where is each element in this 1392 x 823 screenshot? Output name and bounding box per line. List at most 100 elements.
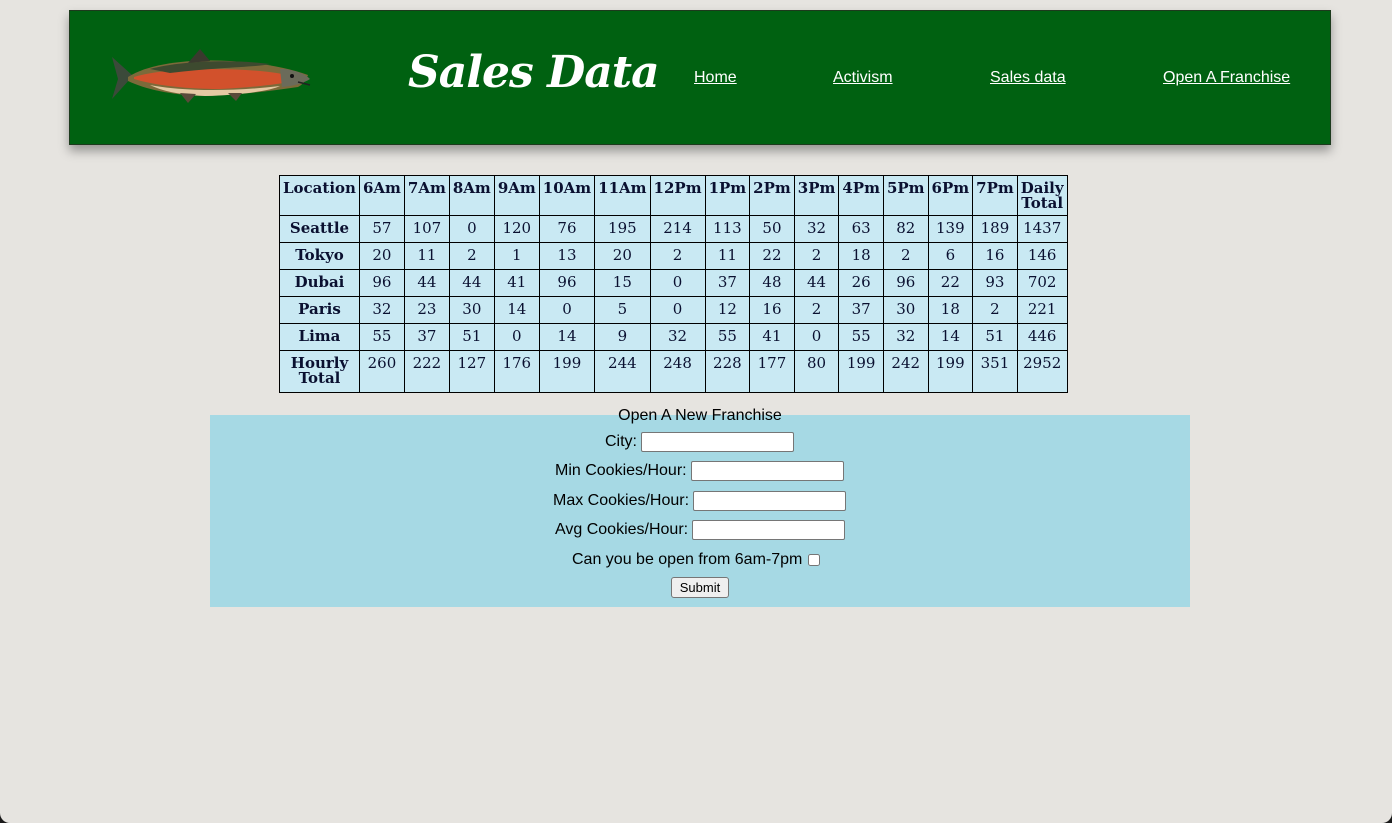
column-header: 4Pm — [838, 175, 884, 216]
table-row: Dubai 96 44 44 41 96 15 0 37 48 44 26 96 22 93 702 — [279, 269, 1068, 297]
max-cookies-label: Max Cookies/Hour: — [553, 492, 690, 510]
table-cell: 22 — [927, 269, 974, 297]
table-cell: 55 — [704, 323, 751, 351]
avg-cookies-label: Avg Cookies/Hour: — [555, 521, 689, 539]
table-cell: 96 — [538, 269, 596, 297]
nav-link-sales-data[interactable]: Sales data — [990, 69, 1066, 87]
table-cell: 37 — [704, 269, 751, 297]
city-label: City: — [605, 433, 637, 451]
max-cookies-input[interactable] — [693, 491, 847, 511]
table-cell: 32 — [649, 323, 706, 351]
table-row: Lima 55 37 51 0 14 9 32 55 41 0 55 32 14 51 446 — [279, 323, 1068, 351]
table-cell: 127 — [448, 350, 495, 393]
table-cell: 18 — [927, 296, 974, 324]
table-cell: 55 — [838, 323, 884, 351]
avg-cookies-input[interactable] — [692, 520, 846, 540]
column-header: 3Pm — [793, 175, 840, 216]
min-field-row: Min Cookies/Hour: — [555, 461, 844, 481]
table-cell: 96 — [882, 269, 929, 297]
table-cell: 199 — [927, 350, 974, 393]
table-cell: 37 — [403, 323, 450, 351]
city-field-row: City: — [605, 432, 794, 452]
table-cell: 6 — [927, 242, 974, 270]
table-cell: 11 — [704, 242, 751, 270]
table-cell: 214 — [649, 215, 706, 243]
table-cell: 57 — [358, 215, 405, 243]
table-cell: 1437 — [1016, 215, 1068, 243]
min-cookies-input[interactable] — [690, 461, 844, 481]
row-location-label: Lima — [279, 323, 360, 351]
table-cell: 242 — [882, 350, 929, 393]
column-header: 1Pm — [704, 175, 751, 216]
table-cell: 16 — [972, 242, 1018, 270]
table-cell: 13 — [538, 242, 596, 270]
nav-link-open-franchise[interactable]: Open A Franchise — [1163, 69, 1290, 87]
table-cell: 9 — [594, 323, 651, 351]
table-cell: 0 — [793, 323, 840, 351]
column-header: 7Pm — [972, 175, 1018, 216]
table-cell: 5 — [594, 296, 651, 324]
table-cell: 248 — [649, 350, 706, 393]
table-cell: 30 — [448, 296, 495, 324]
table-cell: 32 — [882, 323, 929, 351]
table-cell: 702 — [1016, 269, 1068, 297]
table-cell: 32 — [358, 296, 405, 324]
submit-button[interactable]: Submit — [671, 577, 729, 598]
table-cell: 14 — [927, 323, 974, 351]
table-cell: 177 — [749, 350, 795, 393]
table-cell: 1 — [493, 242, 540, 270]
table-cell: 15 — [594, 269, 651, 297]
table-cell: 96 — [358, 269, 405, 297]
column-header: 12Pm — [649, 175, 706, 216]
table-row: Paris 32 23 30 14 0 5 0 12 16 2 37 30 18 2 221 — [279, 296, 1068, 324]
open-hours-checkbox[interactable] — [808, 553, 821, 566]
table-cell: 44 — [448, 269, 495, 297]
column-header: Daily Total — [1016, 175, 1068, 216]
table-cell: 2 — [882, 242, 929, 270]
open-hours-row: Can you be open from 6am-7pm — [572, 551, 821, 569]
page-title: Sales Data — [408, 47, 660, 98]
table-cell: 113 — [704, 215, 751, 243]
table-cell: 16 — [749, 296, 795, 324]
table-cell: 41 — [493, 269, 540, 297]
table-cell: 176 — [493, 350, 540, 393]
nav-link-home[interactable]: Home — [694, 69, 737, 87]
row-location-label: Paris — [279, 296, 360, 324]
table-cell: 76 — [538, 215, 596, 243]
table-cell: 351 — [972, 350, 1018, 393]
avg-field-row: Avg Cookies/Hour: — [555, 520, 846, 540]
table-cell: 0 — [448, 215, 495, 243]
table-cell: 146 — [1016, 242, 1068, 270]
row-location-label: Tokyo — [279, 242, 360, 270]
table-cell: 41 — [749, 323, 795, 351]
table-cell: 55 — [358, 323, 405, 351]
table-cell: 2 — [448, 242, 495, 270]
row-location-label: Seattle — [279, 215, 360, 243]
column-header: 10Am — [538, 175, 596, 216]
column-header: 7Am — [403, 175, 450, 216]
max-field-row: Max Cookies/Hour: — [553, 491, 847, 511]
table-cell: 26 — [838, 269, 884, 297]
table-cell: 22 — [749, 242, 795, 270]
nav-link-activism[interactable]: Activism — [833, 69, 893, 87]
table-cell: 82 — [882, 215, 929, 243]
table-cell: 0 — [493, 323, 540, 351]
min-cookies-label: Min Cookies/Hour: — [555, 462, 687, 480]
sales-table: Location 6Am 7Am 8Am 9Am 10Am 11Am 12Pm … — [279, 175, 1068, 393]
table-cell: 50 — [749, 215, 795, 243]
table-cell: 244 — [594, 350, 651, 393]
page: Sales Data Home Activism Sales data Open… — [0, 0, 1392, 823]
table-cell: 107 — [403, 215, 450, 243]
column-header: 11Am — [594, 175, 651, 216]
column-header: 8Am — [448, 175, 495, 216]
column-header: Location — [279, 175, 360, 216]
site-header: Sales Data Home Activism Sales data Open… — [69, 10, 1331, 145]
city-input[interactable] — [641, 432, 794, 452]
table-cell: 2 — [649, 242, 706, 270]
table-footer-row: Hourly Total 260 222 127 176 199 244 248… — [279, 350, 1068, 393]
table-cell: 11 — [403, 242, 450, 270]
table-cell: 2 — [793, 296, 840, 324]
salmon-logo-icon — [112, 49, 311, 103]
table-cell: 446 — [1016, 323, 1068, 351]
table-cell: 32 — [793, 215, 840, 243]
